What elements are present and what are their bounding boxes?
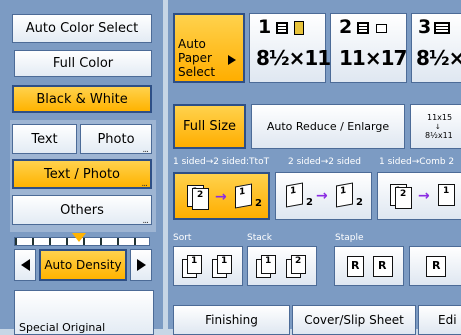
page-stack-icon: 1 — [187, 255, 202, 274]
tray-1-size: 8½×11 — [256, 46, 331, 70]
arrow-left-icon — [20, 259, 30, 271]
stack-label: Stack — [247, 233, 272, 243]
photo-label: Photo — [97, 131, 135, 147]
arrow-right-icon: → — [418, 188, 430, 204]
arrow-right-icon — [136, 259, 146, 271]
tab-cover-slip-sheet[interactable]: Cover/Slip Sheet — [292, 305, 416, 335]
tab-edit[interactable]: Edi — [418, 305, 461, 335]
duplex-combine-button[interactable]: 1 2 → 1 — [377, 172, 461, 220]
special-original-button[interactable]: Special Original — [14, 290, 154, 335]
duplex-label-2: 2 sided→2 sided — [288, 157, 362, 167]
tray-icon — [434, 22, 450, 34]
bypass-icon — [294, 21, 304, 35]
tray-icon — [357, 22, 369, 34]
staple-label: Staple — [335, 233, 364, 243]
stack-button[interactable]: 1 2 — [247, 246, 317, 286]
tray-1-button[interactable]: 1 8½×11 — [249, 13, 331, 83]
tab-cover-label: Cover/Slip Sheet — [304, 313, 404, 327]
tray-icon — [276, 22, 288, 34]
density-darker-button[interactable] — [130, 249, 152, 281]
tab-finishing-label: Finishing — [205, 313, 258, 327]
arrow-right-icon: → — [215, 189, 227, 205]
page-stack-icon: 1 — [217, 255, 232, 274]
tab-edit-label: Edi — [438, 313, 457, 327]
tray-3-size: 8½×1 — [416, 46, 461, 70]
ratio-top-label: 11x15 — [427, 113, 453, 122]
special-original-label: Special Original — [19, 321, 106, 334]
duplex-1-2-button[interactable]: 1 2 → 1 2 — [173, 172, 270, 220]
play-arrow-icon — [228, 55, 236, 65]
duplex-2-label: 2 — [255, 198, 262, 209]
staple-page-icon: R — [347, 256, 364, 277]
page-stack-icon: 1 — [261, 255, 276, 274]
preset-ratio-button[interactable]: 11x15 ↓ 8½x11 — [410, 104, 461, 149]
auto-color-select-button[interactable]: Auto Color Select — [12, 14, 152, 43]
black-white-button[interactable]: Black & White — [12, 85, 152, 113]
text-button[interactable]: Text — [12, 124, 77, 154]
photo-button[interactable]: Photo — [80, 124, 152, 155]
sort-button[interactable]: 1 1 — [173, 246, 243, 286]
tray-2-size: 11×17 — [339, 46, 407, 70]
tray-3-button[interactable]: 3 8½×1 — [411, 13, 461, 83]
others-button[interactable]: Others — [12, 195, 152, 226]
duplex-sheet-icon: 1 — [286, 182, 303, 208]
duplex-label-3: 1 sided→Comb 2 — [379, 157, 455, 167]
page-2-icon: 2 — [192, 188, 209, 210]
duplex-sheet-icon: 1 — [336, 182, 353, 208]
staple-page-icon: R — [373, 256, 393, 277]
duplex-sheet-icon: 1 — [235, 183, 252, 209]
arrow-right-icon: → — [316, 188, 328, 204]
full-size-button[interactable]: Full Size — [173, 104, 246, 149]
duplex-2-label: 2 — [356, 197, 363, 208]
auto-reduce-enlarge-label: Auto Reduce / Enlarge — [266, 120, 390, 133]
auto-density-button[interactable]: Auto Density — [39, 249, 127, 281]
duplex-2-label: 2 — [306, 197, 313, 208]
full-size-label: Full Size — [182, 119, 237, 134]
staple-right-button[interactable]: R — [409, 246, 461, 286]
paper-icon — [376, 24, 387, 33]
density-lighter-button[interactable] — [14, 249, 36, 281]
auto-reduce-enlarge-button[interactable]: Auto Reduce / Enlarge — [251, 104, 405, 149]
ratio-arrow-icon: ↓ — [435, 123, 441, 131]
sort-label: Sort — [173, 233, 192, 243]
others-label: Others — [60, 202, 104, 218]
staple-left-button[interactable]: R R — [334, 246, 404, 286]
full-color-button[interactable]: Full Color — [14, 50, 152, 77]
duplex-2-2-button[interactable]: 1 2 → 1 2 — [275, 172, 372, 220]
tray-2-number: 2 — [339, 16, 353, 38]
page-2-icon: 2 — [395, 187, 412, 209]
ratio-bottom-label: 8½x11 — [425, 131, 453, 140]
text-photo-button[interactable]: Text / Photo — [12, 159, 152, 189]
auto-paper-select-button[interactable]: Auto Paper Select — [173, 13, 245, 83]
page-1-icon: 1 — [438, 184, 455, 206]
tray-1-number: 1 — [258, 16, 272, 38]
density-marker-icon — [72, 233, 86, 242]
tray-2-button[interactable]: 2 11×17 — [330, 13, 407, 83]
staple-page-icon: R — [426, 256, 446, 277]
page-stack-icon: 2 — [291, 255, 306, 274]
tray-3-number: 3 — [418, 16, 432, 38]
duplex-label-1: 1 sided→2 sided:TtoT — [173, 157, 270, 167]
tab-finishing[interactable]: Finishing — [173, 305, 290, 335]
text-photo-label: Text / Photo — [43, 166, 121, 182]
